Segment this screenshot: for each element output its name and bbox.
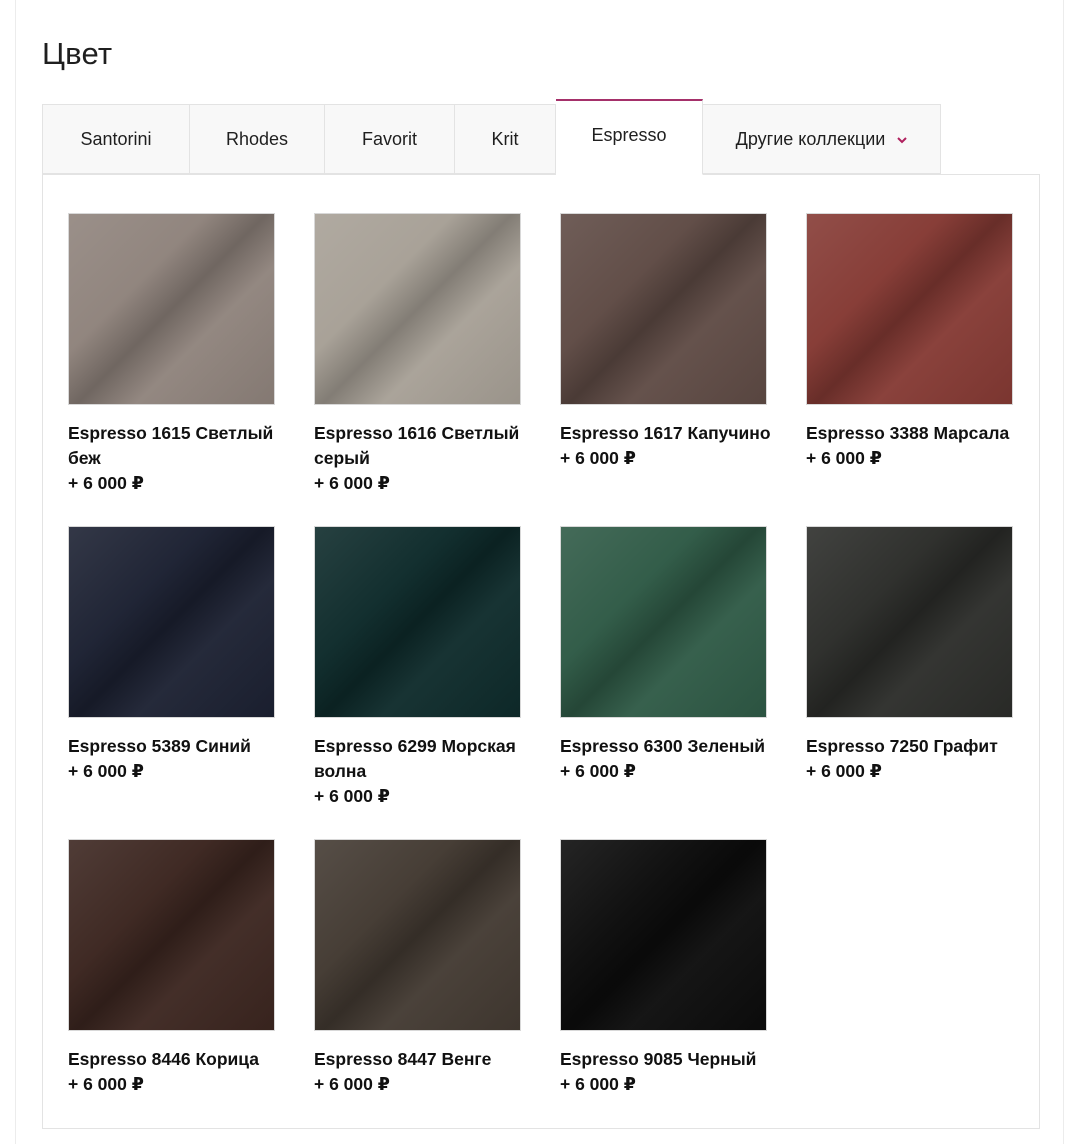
tab-label: Rhodes [225, 128, 289, 149]
swatch-item[interactable]: Espresso 1617 Капучино + 6 000 ₽ [560, 213, 771, 471]
tab-krit[interactable]: Krit [455, 104, 556, 174]
tab-label: Krit [491, 128, 519, 149]
swatch-image [314, 526, 521, 718]
swatch-price: + 6 000 ₽ [314, 1074, 390, 1094]
swatch-image [560, 213, 767, 405]
swatch-item[interactable]: Espresso 1615 Светлый беж + 6 000 ₽ [68, 213, 276, 496]
tab-rhodes[interactable]: Rhodes [190, 104, 325, 174]
tab-other-collections[interactable]: Другие коллекции [703, 104, 941, 174]
swatch-price: + 6 000 ₽ [68, 1074, 144, 1094]
swatch-name: Espresso 7250 Графит [806, 736, 998, 756]
swatch-image [806, 526, 1013, 718]
swatch-name: Espresso 1615 Светлый беж [68, 423, 274, 468]
swatch-name: Espresso 8447 Венге [314, 1049, 492, 1069]
swatch-name: Espresso 6299 Морская волна [314, 736, 516, 781]
swatch-item[interactable]: Espresso 6299 Морская волна + 6 000 ₽ [314, 526, 522, 809]
swatch-image [560, 526, 767, 718]
swatch-image [314, 839, 521, 1031]
swatch-price: + 6 000 ₽ [68, 761, 144, 781]
swatch-image [68, 526, 275, 718]
chevron-down-icon [897, 133, 908, 147]
swatch-name: Espresso 8446 Корица [68, 1049, 259, 1069]
swatch-grid: Espresso 1615 Светлый беж + 6 000 ₽ Espr… [42, 174, 1040, 1129]
swatch-price: + 6 000 ₽ [806, 761, 882, 781]
swatch-name: Espresso 9085 Черный [560, 1049, 757, 1069]
tab-label: Другие коллекции [735, 128, 886, 149]
swatch-image [314, 213, 521, 405]
swatch-item[interactable]: Espresso 1616 Светлый серый + 6 000 ₽ [314, 213, 522, 496]
collection-tabs: Santorini Rhodes Favorit Krit Espresso Д… [42, 99, 941, 175]
swatch-name: Espresso 5389 Синий [68, 736, 251, 756]
swatch-price: + 6 000 ₽ [560, 1074, 636, 1094]
swatch-image [68, 839, 275, 1031]
swatch-price: + 6 000 ₽ [560, 448, 636, 468]
swatch-item[interactable]: Espresso 5389 Синий + 6 000 ₽ [68, 526, 276, 784]
swatch-price: + 6 000 ₽ [806, 448, 882, 468]
section-title: Цвет [42, 36, 113, 71]
swatch-price: + 6 000 ₽ [68, 473, 144, 493]
swatch-item[interactable]: Espresso 8447 Венге + 6 000 ₽ [314, 839, 522, 1097]
swatch-price: + 6 000 ₽ [314, 786, 390, 806]
swatch-item[interactable]: Espresso 7250 Графит + 6 000 ₽ [806, 526, 1014, 784]
swatch-image [560, 839, 767, 1031]
swatch-name: Espresso 1617 Капучино [560, 423, 771, 443]
tab-label: Santorini [80, 128, 152, 149]
tab-favorit[interactable]: Favorit [325, 104, 455, 174]
swatch-price: + 6 000 ₽ [560, 761, 636, 781]
swatch-image [806, 213, 1013, 405]
swatch-name: Espresso 1616 Светлый серый [314, 423, 520, 468]
tab-label: Espresso [591, 125, 667, 145]
swatch-item[interactable]: Espresso 3388 Марсала + 6 000 ₽ [806, 213, 1014, 471]
swatch-item[interactable]: Espresso 9085 Черный + 6 000 ₽ [560, 839, 768, 1097]
swatch-price: + 6 000 ₽ [314, 473, 390, 493]
swatch-name: Espresso 6300 Зеленый [560, 736, 766, 756]
tab-santorini[interactable]: Santorini [42, 104, 190, 174]
tab-label: Favorit [361, 128, 417, 149]
tab-espresso[interactable]: Espresso [556, 99, 703, 175]
swatch-item[interactable]: Espresso 8446 Корица + 6 000 ₽ [68, 839, 276, 1097]
swatch-image [68, 213, 275, 405]
swatch-item[interactable]: Espresso 6300 Зеленый + 6 000 ₽ [560, 526, 768, 784]
swatch-name: Espresso 3388 Марсала [806, 423, 1010, 443]
